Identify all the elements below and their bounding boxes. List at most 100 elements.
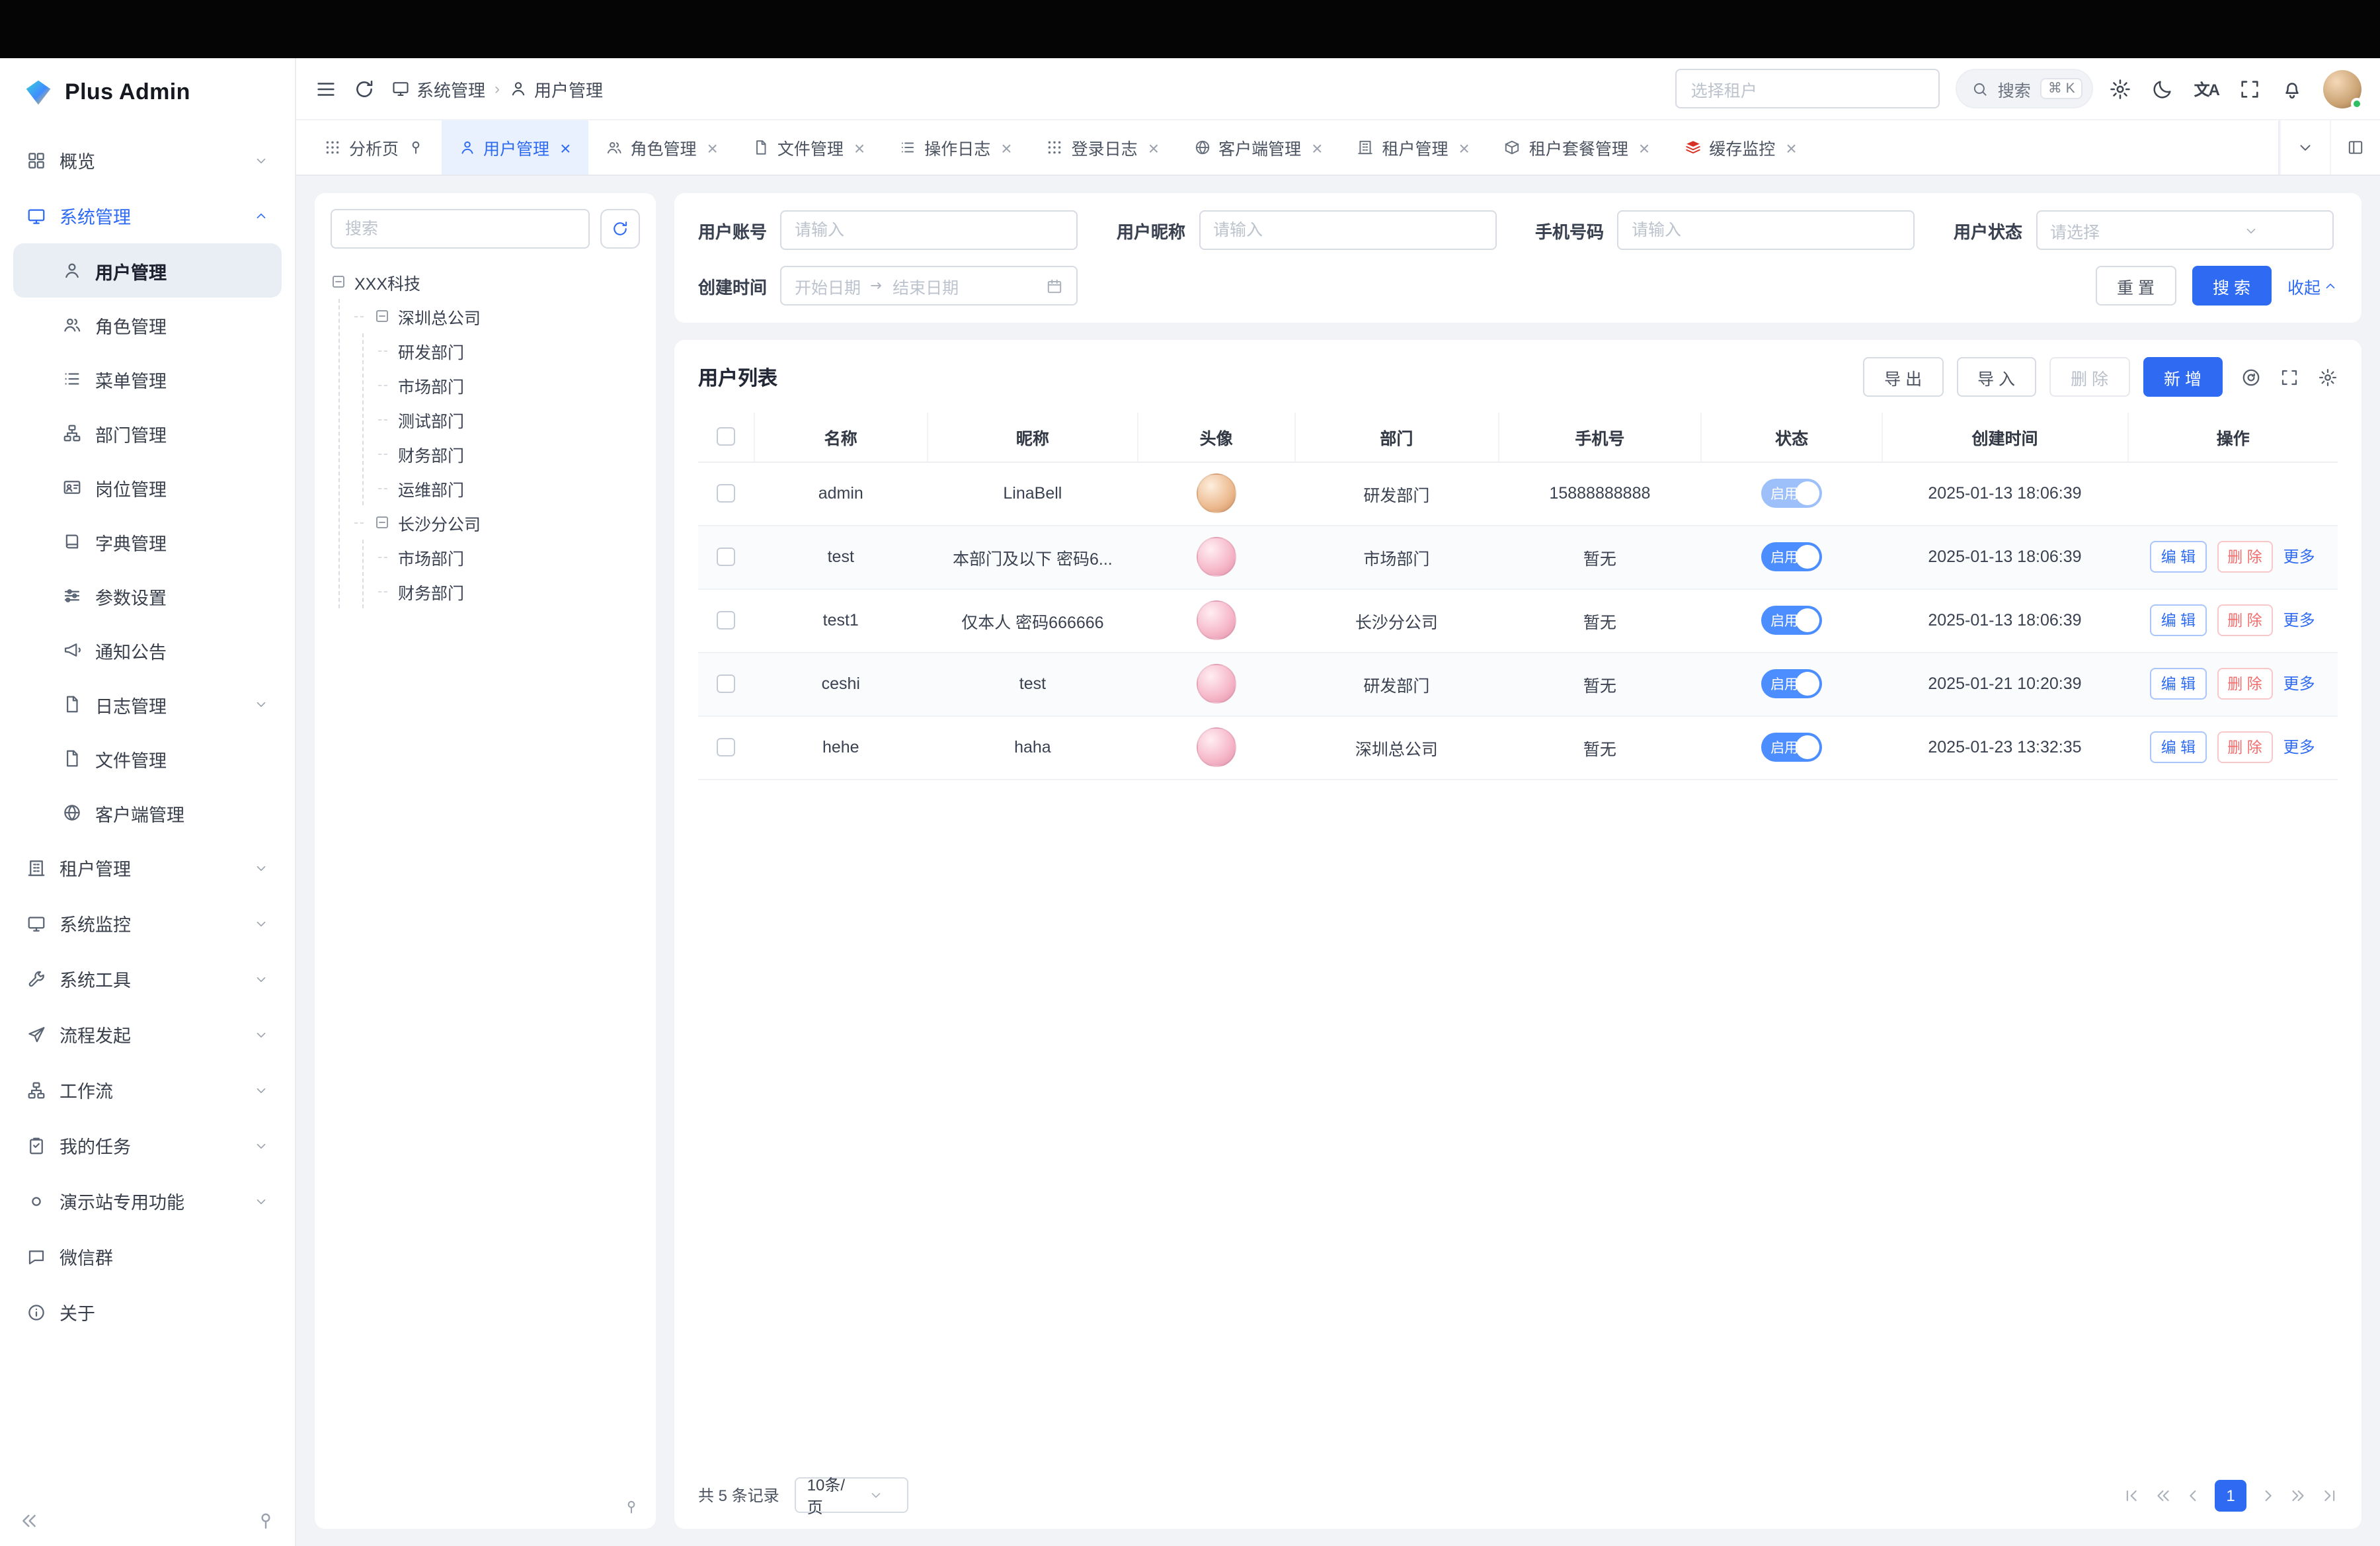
export-button[interactable]: 导 出 — [1863, 357, 1943, 397]
tab-tenant-package-mgmt[interactable]: 租户套餐管理× — [1487, 120, 1667, 175]
tree-node[interactable]: 运维部门 — [378, 471, 640, 505]
sidebar-item-user-mgmt[interactable]: 用户管理 — [13, 243, 282, 298]
global-search-button[interactable]: 搜索 ⌘ K — [1956, 69, 2094, 108]
sidebar-item-post-mgmt[interactable]: 岗位管理 — [13, 460, 282, 514]
delete-row-button[interactable]: 删 除 — [2217, 541, 2272, 573]
tree-node[interactable]: XXX科技 — [331, 264, 640, 299]
select-all-checkbox[interactable] — [717, 428, 735, 446]
add-button[interactable]: 新 增 — [2143, 357, 2223, 397]
status-toggle[interactable]: 启用 — [1761, 542, 1822, 571]
sidebar-collapse-button[interactable] — [19, 1510, 40, 1531]
sidebar-item-about[interactable]: 关于 — [13, 1284, 282, 1340]
tree-node[interactable]: 财务部门 — [378, 436, 640, 471]
tree-node[interactable]: 测试部门 — [378, 402, 640, 436]
user-avatar[interactable] — [2323, 69, 2361, 108]
tab-close-icon[interactable]: × — [1001, 138, 1012, 157]
tab-close-icon[interactable]: × — [854, 138, 865, 157]
tab-user-mgmt[interactable]: 用户管理× — [441, 120, 588, 175]
pagination-first[interactable] — [2123, 1486, 2142, 1504]
row-checkbox[interactable] — [717, 484, 735, 503]
tree-node[interactable]: 深圳总公司 — [354, 299, 640, 333]
tab-close-icon[interactable]: × — [1639, 138, 1649, 157]
table-settings-gear-icon[interactable] — [2318, 367, 2338, 387]
phone-input[interactable] — [1632, 221, 1900, 239]
pagination-jump-forward[interactable] — [2289, 1486, 2307, 1504]
breadcrumb-system-mgmt[interactable]: 系统管理 — [391, 76, 485, 101]
sidebar-item-wechat-group[interactable]: 微信群 — [13, 1229, 282, 1284]
sidebar-item-dept-mgmt[interactable]: 部门管理 — [13, 406, 282, 460]
sidebar-item-menu-mgmt[interactable]: 菜单管理 — [13, 352, 282, 406]
pagination-jump-back[interactable] — [2154, 1486, 2172, 1504]
tab-close-icon[interactable]: × — [1459, 138, 1470, 157]
date-range-input[interactable]: 开始日期 结束日期 — [780, 266, 1078, 305]
tabs-dropdown-icon[interactable] — [2280, 120, 2330, 175]
status-toggle[interactable]: 启用 — [1761, 669, 1822, 698]
tab-analysis[interactable]: 分析页 — [307, 120, 441, 175]
tab-op-log[interactable]: 操作日志× — [882, 120, 1029, 175]
more-link[interactable]: 更多 — [2283, 674, 2315, 693]
tab-close-icon[interactable]: × — [1148, 138, 1159, 157]
nickname-input[interactable] — [1213, 221, 1482, 239]
pagination-last[interactable] — [2319, 1486, 2338, 1504]
more-link[interactable]: 更多 — [2283, 738, 2315, 756]
more-link[interactable]: 更多 — [2283, 548, 2315, 566]
sidebar-item-dict-mgmt[interactable]: 字典管理 — [13, 514, 282, 569]
tab-close-icon[interactable]: × — [707, 138, 717, 157]
tab-close-icon[interactable]: × — [560, 138, 571, 157]
table-fullscreen-icon[interactable] — [2280, 367, 2299, 387]
row-checkbox[interactable] — [717, 548, 735, 566]
sidebar-item-tenant-mgmt[interactable]: 租户管理 — [13, 840, 282, 895]
tab-client-mgmt[interactable]: 客户端管理× — [1176, 120, 1339, 175]
sidebar-item-file-mgmt[interactable]: 文件管理 — [13, 731, 282, 786]
reset-button[interactable]: 重 置 — [2096, 266, 2176, 305]
tab-role-mgmt[interactable]: 角色管理× — [588, 120, 734, 175]
row-checkbox[interactable] — [717, 611, 735, 630]
sidebar-item-notice[interactable]: 通知公告 — [13, 623, 282, 677]
language-switch-icon[interactable]: 文A — [2194, 77, 2219, 100]
edit-button[interactable]: 编 辑 — [2151, 668, 2206, 700]
tree-node[interactable]: 市场部门 — [378, 540, 640, 574]
account-input[interactable] — [795, 221, 1063, 239]
settings-gear-icon[interactable] — [2110, 77, 2132, 100]
sidebar-pin-button[interactable] — [255, 1510, 276, 1531]
notifications-bell-icon[interactable] — [2281, 77, 2303, 100]
tabs-layout-icon[interactable] — [2330, 120, 2380, 175]
delete-row-button[interactable]: 删 除 — [2217, 731, 2272, 763]
pagination-next[interactable] — [2258, 1486, 2277, 1504]
pagination-prev[interactable] — [2184, 1486, 2203, 1504]
refresh-page-icon[interactable] — [353, 77, 376, 100]
tenant-select[interactable]: 选择租户 — [1675, 69, 1940, 108]
tab-tenant-mgmt[interactable]: 租户管理× — [1339, 120, 1486, 175]
delete-button[interactable]: 删 除 — [2049, 357, 2129, 397]
tree-search-input[interactable] — [331, 209, 590, 249]
row-checkbox[interactable] — [717, 674, 735, 693]
sidebar-item-param-settings[interactable]: 参数设置 — [13, 569, 282, 623]
pagination-page-1[interactable]: 1 — [2215, 1479, 2246, 1511]
edit-button[interactable]: 编 辑 — [2151, 604, 2206, 636]
status-toggle[interactable]: 启用 — [1761, 606, 1822, 635]
delete-row-button[interactable]: 删 除 — [2217, 604, 2272, 636]
sidebar-item-my-tasks[interactable]: 我的任务 — [13, 1118, 282, 1173]
tree-node[interactable]: 财务部门 — [378, 574, 640, 608]
status-toggle[interactable]: 启用 — [1761, 733, 1822, 762]
tab-close-icon[interactable]: × — [1312, 138, 1322, 157]
page-size-select[interactable]: 10条/页 — [795, 1477, 909, 1513]
edit-button[interactable]: 编 辑 — [2151, 731, 2206, 763]
sidebar-item-flow-start[interactable]: 流程发起 — [13, 1006, 282, 1062]
fullscreen-icon[interactable] — [2239, 77, 2261, 100]
status-toggle[interactable]: 启用 — [1761, 479, 1822, 508]
status-select[interactable]: 请选择 — [2036, 210, 2333, 250]
tree-node[interactable]: 研发部门 — [378, 333, 640, 368]
delete-row-button[interactable]: 删 除 — [2217, 668, 2272, 700]
tree-refresh-button[interactable] — [600, 209, 640, 249]
tree-node[interactable]: 长沙分公司 — [354, 505, 640, 540]
sidebar-item-log-mgmt[interactable]: 日志管理 — [13, 677, 282, 731]
breadcrumb-user-mgmt[interactable]: 用户管理 — [509, 76, 603, 101]
tree-pin-button[interactable] — [623, 1498, 640, 1516]
search-button[interactable]: 搜 索 — [2192, 266, 2272, 305]
sidebar-item-demo-features[interactable]: 演示站专用功能 — [13, 1173, 282, 1229]
sidebar-item-sys-tools[interactable]: 系统工具 — [13, 951, 282, 1006]
sidebar-item-system-mgmt[interactable]: 系统管理 — [13, 188, 282, 243]
dark-mode-moon-icon[interactable] — [2152, 77, 2174, 100]
sidebar-item-sys-monitor[interactable]: 系统监控 — [13, 895, 282, 951]
